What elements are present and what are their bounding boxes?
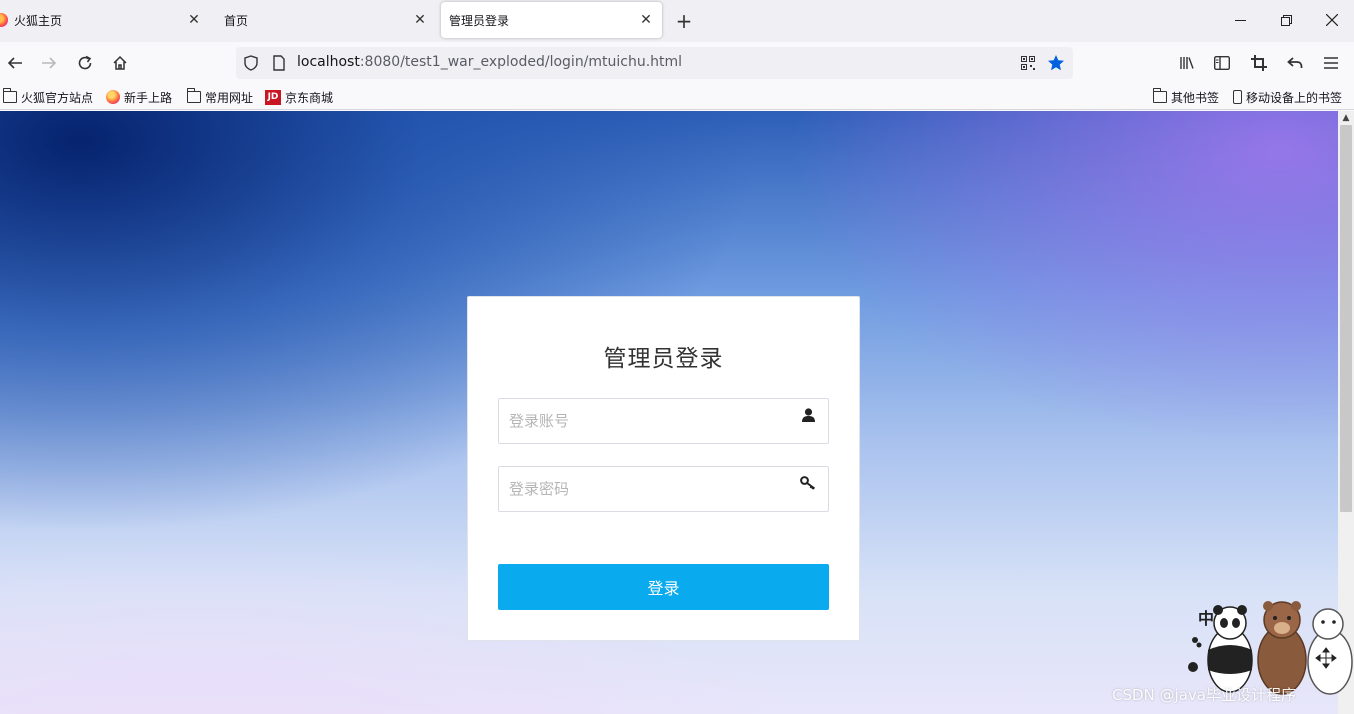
bookmark-label: 常用网址 <box>205 90 254 105</box>
firefox-icon <box>0 13 8 27</box>
login-button[interactable]: 登录 <box>498 564 829 610</box>
password-field[interactable] <box>498 466 829 512</box>
qr-code-icon[interactable] <box>1018 53 1038 73</box>
reload-icon[interactable] <box>70 48 100 78</box>
password-input[interactable] <box>499 467 828 511</box>
navigation-toolbar: localhost:8080/test1_war_exploded/login/… <box>0 42 1354 84</box>
bookmark-label: 火狐官方站点 <box>21 90 94 105</box>
tab-title: 首页 <box>224 13 249 28</box>
bookmark-label: 新手上路 <box>124 90 173 105</box>
shield-icon[interactable] <box>241 53 261 73</box>
bookmark-star-icon[interactable] <box>1046 53 1066 73</box>
restore-icon[interactable] <box>1271 6 1301 34</box>
bookmark-firefox-site[interactable]: 火狐官方站点 <box>2 88 94 106</box>
close-tab-icon[interactable]: ✕ <box>636 10 656 30</box>
undo-icon[interactable] <box>1280 48 1310 78</box>
forward-icon[interactable] <box>34 48 64 78</box>
login-card: 管理员登录 登录 <box>467 296 860 641</box>
username-field[interactable] <box>498 398 829 444</box>
csdn-watermark: CSDN @java毕业设计程序 <box>1112 686 1296 704</box>
tab-strip: 火狐主页 ✕ 首页 ✕ 管理员登录 ✕ + <box>0 0 1354 42</box>
bookmark-jd-mall[interactable]: JD 京东商城 <box>265 88 333 106</box>
address-bar[interactable]: localhost:8080/test1_war_exploded/login/… <box>236 47 1073 79</box>
url-text[interactable]: localhost:8080/test1_war_exploded/login/… <box>297 54 682 70</box>
page-icon[interactable] <box>269 53 289 73</box>
scroll-thumb[interactable] <box>1340 125 1352 512</box>
key-icon <box>800 475 816 491</box>
bookmark-common-sites[interactable]: 常用网址 <box>186 88 254 106</box>
page-background: 管理员登录 登录 <box>0 111 1338 714</box>
new-tab-icon[interactable]: + <box>672 9 696 33</box>
firefox-icon <box>106 90 120 104</box>
user-icon <box>800 407 816 423</box>
bookmark-label: 移动设备上的书签 <box>1246 90 1343 105</box>
folder-icon <box>186 88 201 103</box>
back-icon[interactable] <box>0 48 30 78</box>
sidebar-icon[interactable] <box>1207 48 1237 78</box>
bookmark-getting-started[interactable]: 新手上路 <box>106 88 172 106</box>
jd-icon: JD <box>265 89 281 105</box>
bookmarks-toolbar: 火狐官方站点 新手上路 常用网址 JD 京东商城 其他书签 移动设备上的书签 <box>0 84 1354 110</box>
bookmark-other[interactable]: 其他书签 <box>1152 88 1220 106</box>
tab-admin-login[interactable]: 管理员登录 ✕ <box>441 2 662 38</box>
mascot-char: 中 <box>1198 609 1214 628</box>
scroll-up-icon[interactable]: ▲ <box>1338 111 1354 125</box>
folder-icon <box>2 88 17 103</box>
minimize-icon[interactable] <box>1225 6 1255 34</box>
bookmark-label: 京东商城 <box>285 90 334 105</box>
close-tab-icon[interactable]: ✕ <box>184 10 204 30</box>
mobile-device-icon <box>1233 90 1242 104</box>
bookmark-mobile[interactable]: 移动设备上的书签 <box>1233 88 1342 106</box>
login-title: 管理员登录 <box>603 346 724 372</box>
home-icon[interactable] <box>105 48 135 78</box>
library-icon[interactable] <box>1172 48 1202 78</box>
url-path: :8080/test1_war_exploded/login/mtuichu.h… <box>359 54 683 70</box>
folder-icon <box>1152 88 1167 103</box>
close-window-icon[interactable] <box>1317 6 1347 34</box>
close-tab-icon[interactable]: ✕ <box>410 10 430 30</box>
username-input[interactable] <box>499 399 828 443</box>
url-host: localhost <box>297 54 360 70</box>
menu-icon[interactable] <box>1316 48 1346 78</box>
bookmark-label: 其他书签 <box>1171 90 1220 105</box>
tab-home[interactable]: 首页 ✕ <box>218 2 436 38</box>
screenshot-crop-icon[interactable] <box>1244 48 1274 78</box>
tab-firefox-home[interactable]: 火狐主页 ✕ <box>0 2 210 38</box>
tab-title: 火狐主页 <box>14 13 63 28</box>
tab-title: 管理员登录 <box>449 13 510 28</box>
